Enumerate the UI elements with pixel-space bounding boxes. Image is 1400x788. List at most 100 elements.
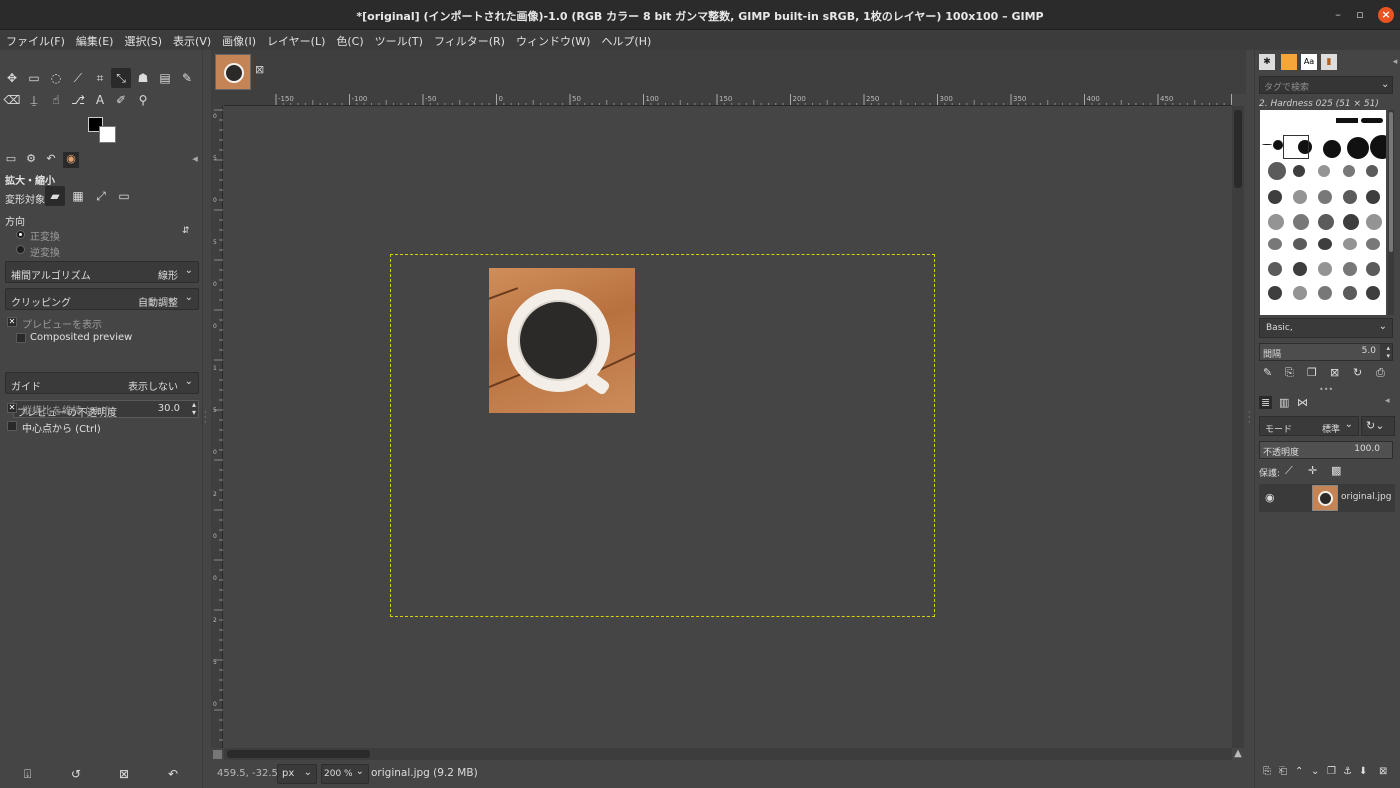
vertical-scrollbar[interactable] [1232,106,1244,748]
spin-arrows-icon[interactable]: ▴ ▾ [1386,344,1390,360]
quick-mask-toggle[interactable] [213,750,222,759]
menu-windows[interactable]: ウィンドウ(W) [510,30,595,49]
brush-thumbnail[interactable] [1293,238,1307,250]
transform-path-icon[interactable]: ⤢ [91,186,111,206]
reset-options-icon[interactable]: ↶ [168,767,178,781]
brush-thumbnail[interactable] [1361,118,1383,123]
brush-thumbnail[interactable] [1318,262,1332,276]
brush-thumbnail[interactable] [1293,190,1307,204]
layer-mode-dropdown[interactable]: モード 標準 ⌄ [1259,416,1359,436]
menu-view[interactable]: 表示(V) [167,30,216,49]
fonts-tab-icon[interactable]: Aa [1301,54,1317,70]
new-layer-group-icon[interactable]: ⎘ [1263,766,1271,777]
brush-thumbnail[interactable] [1318,286,1332,300]
brush-thumbnail[interactable] [1366,165,1378,177]
brush-thumbnail[interactable] [1268,238,1282,250]
brush-thumbnail[interactable] [1343,286,1357,300]
ruler-corner[interactable] [211,94,224,106]
lock-pixels-icon[interactable]: ⟋ [1285,464,1293,478]
duplicate-layer-icon[interactable]: ❐ [1327,766,1336,777]
spin-arrows-icon[interactable]: ▴ ▾ [192,401,196,417]
brush-thumbnail[interactable] [1318,165,1330,177]
right-dock-resize-handle[interactable]: · · · [1248,409,1252,427]
brush-thumbnail[interactable] [1370,135,1386,159]
menu-filters[interactable]: フィルター(R) [428,30,510,49]
lock-position-icon[interactable]: ✛ [1308,464,1317,477]
brush-spacing-spin[interactable]: 間隔 5.0 ▴ ▾ [1259,343,1393,361]
delete-options-icon[interactable]: ⊠ [119,767,129,781]
brush-thumbnail[interactable] [1293,262,1307,276]
direction-toggle-icon[interactable]: ⇵ [182,226,190,236]
color-picker-tool-icon[interactable]: ✐ [111,90,131,110]
open-brush-as-image-icon[interactable]: ⎙ [1376,366,1385,380]
lasso-tool-icon[interactable]: ◌ [46,68,66,88]
direction-normal-radio[interactable] [16,230,25,239]
zoom-selector[interactable]: 200 % ⌄ [321,764,369,784]
brush-thumbnail[interactable] [1262,144,1272,145]
brush-thumbnail[interactable] [1293,165,1305,177]
background-color-swatch[interactable] [99,126,116,143]
clone-tool-icon[interactable]: ⍊ [24,90,44,110]
clipping-dropdown[interactable]: クリッピング 自動調整 ⌄ [5,288,199,310]
edit-brush-icon[interactable]: ✎ [1263,366,1272,379]
navigate-icon[interactable]: ▲ [1232,748,1244,760]
crop-tool-icon[interactable]: ⌗ [90,68,110,88]
brush-thumbnail[interactable] [1343,165,1355,177]
brush-thumbnail[interactable] [1343,262,1357,276]
keep-aspect-checkbox[interactable]: ✕ [7,403,17,413]
dock-separator-handle[interactable]: ••• [1319,385,1333,394]
interpolation-dropdown[interactable]: 補間アルゴリズム 線形 ⌄ [5,261,199,283]
brush-thumbnail[interactable] [1268,162,1286,180]
warp-tool-icon[interactable]: ☗ [133,68,153,88]
fuzzy-select-tool-icon[interactable]: ⟋ [68,68,88,88]
composited-preview-checkbox[interactable] [16,333,26,343]
show-preview-checkbox[interactable]: ✕ [7,317,17,327]
merge-layer-icon[interactable]: ⬇ [1359,766,1367,777]
delete-brush-icon[interactable]: ⊠ [1330,366,1339,379]
menu-tools[interactable]: ツール(T) [369,30,428,49]
eye-icon[interactable]: ◉ [1265,491,1275,504]
scale-tool-icon[interactable]: ⤡ [111,68,131,88]
maximize-button[interactable]: ▫ [1352,7,1368,23]
brush-thumbnail[interactable] [1366,238,1380,250]
patterns-tab-icon[interactable] [1281,54,1297,70]
horizontal-scrollbar[interactable] [224,748,1232,760]
brush-thumbnail[interactable] [1318,238,1332,250]
eraser-tool-icon[interactable]: ⌫ [2,90,22,110]
configure-tab-icon[interactable]: ◂ [1385,396,1390,406]
paintbrush-tool-icon[interactable]: ✎ [177,68,197,88]
raise-layer-icon[interactable]: ⌃ [1295,766,1303,777]
brush-thumbnail[interactable] [1343,214,1359,230]
layer-row[interactable]: ◉ original.jpg [1259,484,1395,512]
brush-thumbnail[interactable] [1318,190,1332,204]
brush-thumbnail[interactable] [1366,190,1380,204]
device-status-tab-icon[interactable]: ⚙ [23,152,39,168]
new-brush-icon[interactable]: ⎘ [1285,366,1294,380]
brush-scrollbar[interactable] [1388,110,1394,315]
guides-dropdown[interactable]: ガイド 表示しない ⌄ [5,372,199,394]
refresh-brushes-icon[interactable]: ↻ [1353,366,1362,379]
paths-tab-icon[interactable]: ⋈ [1297,396,1308,409]
channels-tab-icon[interactable]: ▥ [1279,396,1289,409]
transform-layer-icon[interactable]: ▰ [45,186,65,206]
brush-thumbnail[interactable] [1347,137,1369,159]
brush-thumbnail[interactable] [1366,214,1382,230]
brush-thumbnail[interactable] [1323,140,1341,158]
menu-image[interactable]: 画像(I) [216,30,261,49]
text-tool-icon[interactable]: A [90,90,110,110]
save-options-icon[interactable]: ⍗ [24,767,31,782]
menu-colors[interactable]: 色(C) [330,30,368,49]
brush-thumbnail[interactable] [1268,214,1284,230]
brushes-tab-icon[interactable]: ✱ [1259,54,1275,70]
lock-alpha-icon[interactable]: ▩ [1331,464,1341,477]
configure-tab-icon[interactable]: ◂ [1387,54,1400,70]
brush-thumbnail[interactable] [1343,190,1357,204]
close-button[interactable]: × [1378,7,1394,23]
direction-reverse-radio[interactable] [16,245,25,254]
images-tab-icon[interactable]: ◉ [63,152,79,168]
menu-select[interactable]: 選択(S) [118,30,167,49]
move-tool-icon[interactable]: ✥ [2,68,22,88]
unit-selector[interactable]: px ⌄ [277,764,317,784]
brush-thumbnail[interactable] [1273,140,1283,150]
anchor-layer-icon[interactable]: ⚓ [1343,766,1352,777]
